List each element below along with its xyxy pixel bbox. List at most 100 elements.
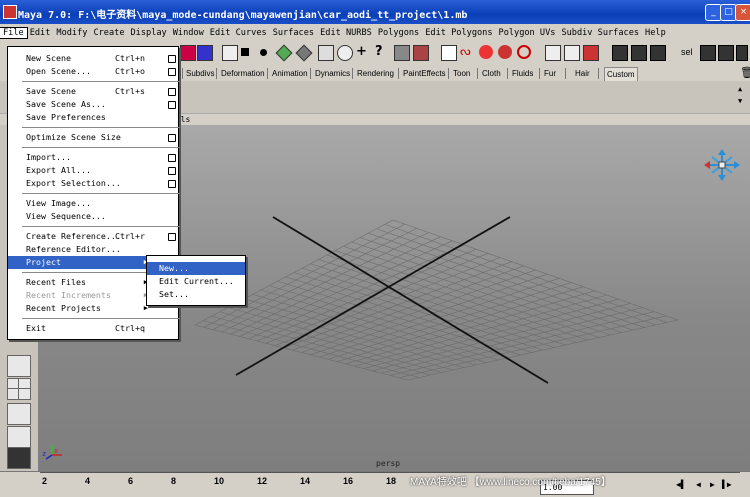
shelf-tab-fluids[interactable]: Fluids [510, 67, 535, 80]
persp-outliner-layout-icon[interactable] [7, 403, 31, 425]
shelf-tab-animation[interactable]: Animation [270, 67, 310, 80]
menu-item-label: Recent Increments [26, 290, 111, 300]
close-button[interactable]: × [735, 4, 750, 21]
curve-icon[interactable]: ᔓ [460, 44, 474, 58]
select-point-icon[interactable] [260, 49, 267, 56]
shelf-tab-hair[interactable]: Hair [573, 67, 592, 80]
shelf-tab-rendering[interactable]: Rendering [355, 67, 396, 80]
camera-label: persp [376, 459, 401, 468]
menu-modify[interactable]: Modify [53, 28, 90, 38]
file-menu-item[interactable]: Save Scene Ctrl+s [8, 85, 178, 98]
option-box-icon[interactable] [168, 101, 176, 109]
shelf-tab-painteffects[interactable]: PaintEffects [401, 67, 448, 80]
grid-icon[interactable] [441, 45, 457, 61]
shelf-trash-icon[interactable]: 🗑 [738, 67, 750, 80]
lock-icon[interactable] [394, 45, 410, 61]
select-face-icon[interactable] [295, 44, 313, 62]
construction-history-icon[interactable] [583, 45, 599, 61]
option-box-icon[interactable] [168, 180, 176, 188]
option-box-icon[interactable] [168, 167, 176, 175]
menu-help[interactable]: Help [642, 28, 669, 38]
time-slider[interactable]: 2 4 6 8 10 12 14 16 18 1.00 ◀▌ ◀ ▶ ▌▶ [0, 471, 750, 497]
file-menu-item[interactable]: Create Reference... Ctrl+r [8, 230, 178, 243]
shelf-tab-subdivs[interactable]: Subdivs [184, 67, 216, 80]
four-view-layout-icon[interactable] [7, 378, 31, 400]
file-menu-item[interactable]: Export All... [8, 164, 178, 177]
file-menu-item[interactable]: New Scene Ctrl+n [8, 52, 178, 65]
title-bar: Maya 7.0: F:\电子资料\maya_mode-cundang\maya… [0, 0, 750, 24]
menu-edit[interactable]: Edit [27, 28, 54, 38]
snap-toggle-icon[interactable] [222, 45, 238, 61]
option-box-icon[interactable] [168, 88, 176, 96]
render-icon[interactable] [180, 45, 196, 61]
menu-item-shortcut: Ctrl+r [115, 231, 145, 241]
shelf-tab-dynamics[interactable]: Dynamics [313, 67, 352, 80]
menu-polygons[interactable]: Polygons [375, 28, 422, 38]
shelf-tab-cloth[interactable]: Cloth [480, 67, 503, 80]
menu-surfaces[interactable]: Surfaces [270, 28, 317, 38]
project-submenu-item[interactable]: New... [147, 262, 245, 275]
select-edge-icon[interactable] [275, 44, 293, 62]
render-frame-icon[interactable] [612, 45, 628, 61]
question-icon[interactable]: ? [375, 44, 389, 59]
file-menu-item[interactable]: View Sequence... [8, 210, 178, 223]
menu-item-label: New... [159, 263, 189, 273]
option-box-icon[interactable] [168, 55, 176, 63]
attribute-editor-icon[interactable] [718, 45, 734, 61]
file-menu-item[interactable]: Export Selection... [8, 177, 178, 190]
menu-display[interactable]: Display [128, 28, 170, 38]
output-ops-icon[interactable] [564, 45, 580, 61]
file-menu-item[interactable]: Save Scene As... [8, 98, 178, 111]
menu-polygon-uvs[interactable]: Polygon UVs [496, 28, 559, 38]
snap-curve-icon[interactable] [318, 45, 334, 61]
shelf-tab-custom[interactable]: Custom [604, 67, 638, 82]
file-menu-item[interactable]: Optimize Scene Size [8, 131, 178, 144]
render-globals-icon[interactable] [650, 45, 666, 61]
file-menu-item[interactable]: View Image... [8, 197, 178, 210]
project-submenu-item[interactable]: Edit Current... [147, 275, 245, 288]
single-view-layout-icon[interactable] [7, 355, 31, 377]
shelf-scroll-down-icon[interactable]: ▼ [738, 97, 742, 105]
file-menu-item[interactable]: Save Preferences [8, 111, 178, 124]
file-menu-item[interactable]: Exit Ctrl+q [8, 322, 178, 335]
maya-app-icon[interactable] [3, 5, 17, 19]
menu-edit-nurbs[interactable]: Edit NURBS [317, 28, 375, 38]
menu-window[interactable]: Window [170, 28, 207, 38]
shelf-tab-toon[interactable]: Toon [451, 67, 472, 80]
option-box-icon[interactable] [168, 68, 176, 76]
menu-file[interactable]: File [0, 26, 28, 39]
history-icon[interactable] [413, 45, 429, 61]
ipr-render-icon[interactable] [631, 45, 647, 61]
channel-box-icon[interactable] [700, 45, 716, 61]
file-menu-item[interactable]: Open Scene... Ctrl+o [8, 65, 178, 78]
play-forward-icon[interactable]: ▶ [710, 480, 715, 489]
snapshot-icon[interactable] [197, 45, 213, 61]
shelf-tab-fur[interactable]: Fur [542, 67, 558, 80]
option-box-icon[interactable] [168, 154, 176, 162]
play-back-icon[interactable]: ◀ [696, 480, 701, 489]
construction-icon[interactable] [517, 45, 531, 59]
step-back-icon[interactable]: ◀▌ [676, 480, 686, 489]
snap-point-icon[interactable] [337, 45, 353, 61]
shelf-tab-deformation[interactable]: Deformation [219, 67, 267, 80]
menu-edit-curves[interactable]: Edit Curves [207, 28, 270, 38]
project-submenu-item[interactable]: Set... [147, 288, 245, 301]
menu-create[interactable]: Create [90, 28, 127, 38]
select-square-icon[interactable] [241, 48, 249, 56]
option-box-icon[interactable] [168, 233, 176, 241]
grid-line [384, 224, 667, 323]
file-menu-item[interactable]: Import... [8, 151, 178, 164]
option-box-icon[interactable] [168, 134, 176, 142]
grid-line [310, 263, 566, 346]
magnet-icon[interactable] [479, 45, 493, 59]
step-forward-icon[interactable]: ▌▶ [722, 480, 732, 489]
shelf-scroll-up-icon[interactable]: ▲ [738, 85, 742, 93]
menu-subdiv-surfaces[interactable]: Subdiv Surfaces [558, 28, 642, 38]
input-ops-icon[interactable] [545, 45, 561, 61]
grid-line [354, 294, 607, 367]
live-surface-icon[interactable] [498, 45, 512, 59]
menu-edit-polygons[interactable]: Edit Polygons [422, 28, 495, 38]
persp-graph-layout-icon[interactable] [7, 426, 31, 448]
toolsettings-icon[interactable] [736, 45, 748, 61]
add-icon[interactable]: + [356, 44, 370, 59]
